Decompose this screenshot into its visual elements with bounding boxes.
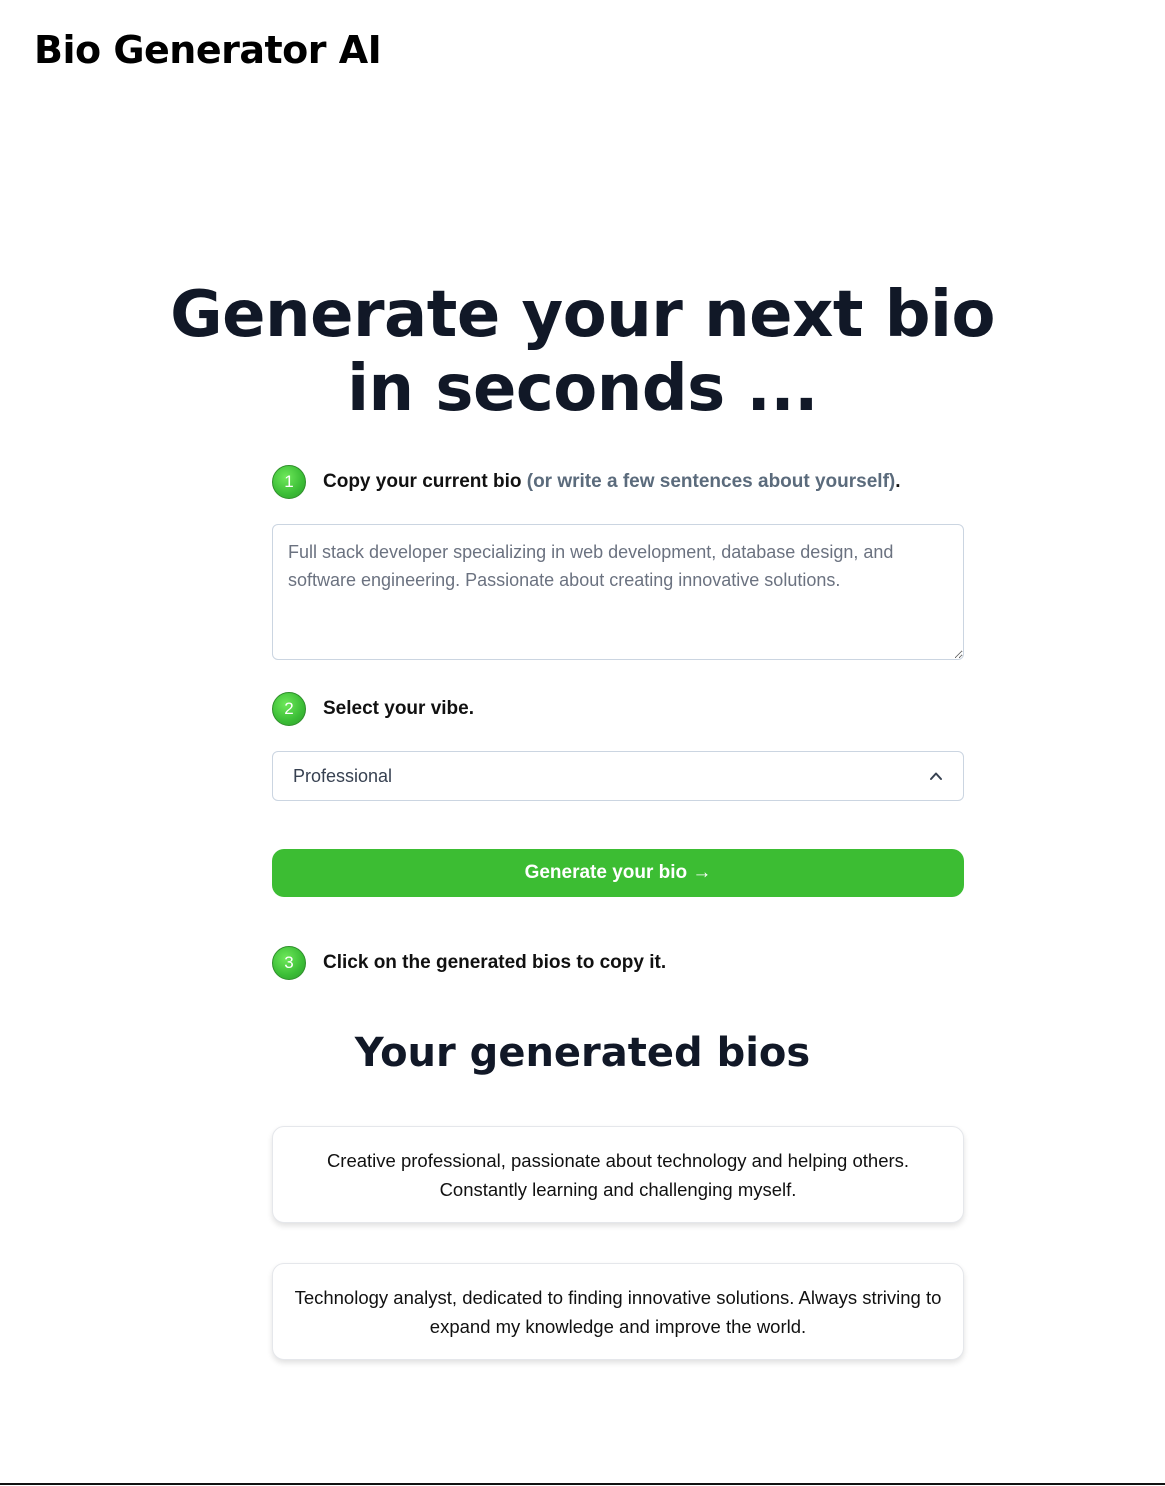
brand-title[interactable]: Bio Generator AI [34, 28, 382, 72]
step-2-label: Select your vibe. [323, 698, 475, 719]
footer-divider [0, 1483, 1165, 1485]
step-3: 3 Click on the generated bios to copy it… [272, 946, 666, 980]
step-1-hint: (or write a few sentences about yourself… [526, 471, 896, 492]
hero-line-1: Generate your next bio [170, 278, 995, 352]
step-number-badge: 1 [272, 465, 306, 499]
step-number-badge: 3 [272, 946, 306, 980]
step-1-label: Copy your current bio [323, 471, 522, 492]
vibe-select-value: Professional [293, 765, 393, 786]
step-1-suffix: . [895, 471, 901, 492]
generated-bio-card[interactable]: Technology analyst, dedicated to finding… [272, 1263, 964, 1360]
hero-line-2: in seconds ... [347, 352, 818, 426]
step-number-badge: 2 [272, 692, 306, 726]
step-1: 1 Copy your current bio (or write a few … [272, 465, 901, 499]
step-3-label: Click on the generated bios to copy it. [323, 952, 667, 973]
chevron-up-icon [930, 772, 942, 780]
generated-bios-title: Your generated bios [354, 1030, 811, 1076]
step-2: 2 Select your vibe. [272, 692, 474, 726]
page: Bio Generator AI Generate your next bio … [0, 0, 1165, 1486]
hero-heading: Generate your next bio in seconds ... [0, 278, 1165, 426]
generate-bio-button[interactable]: Generate your bio → [272, 849, 964, 897]
generated-bio-card[interactable]: Creative professional, passionate about … [272, 1126, 964, 1223]
bio-textarea[interactable] [272, 524, 964, 660]
step-1-text: Copy your current bio (or write a few se… [323, 471, 901, 493]
vibe-select[interactable]: Professional [272, 751, 964, 801]
